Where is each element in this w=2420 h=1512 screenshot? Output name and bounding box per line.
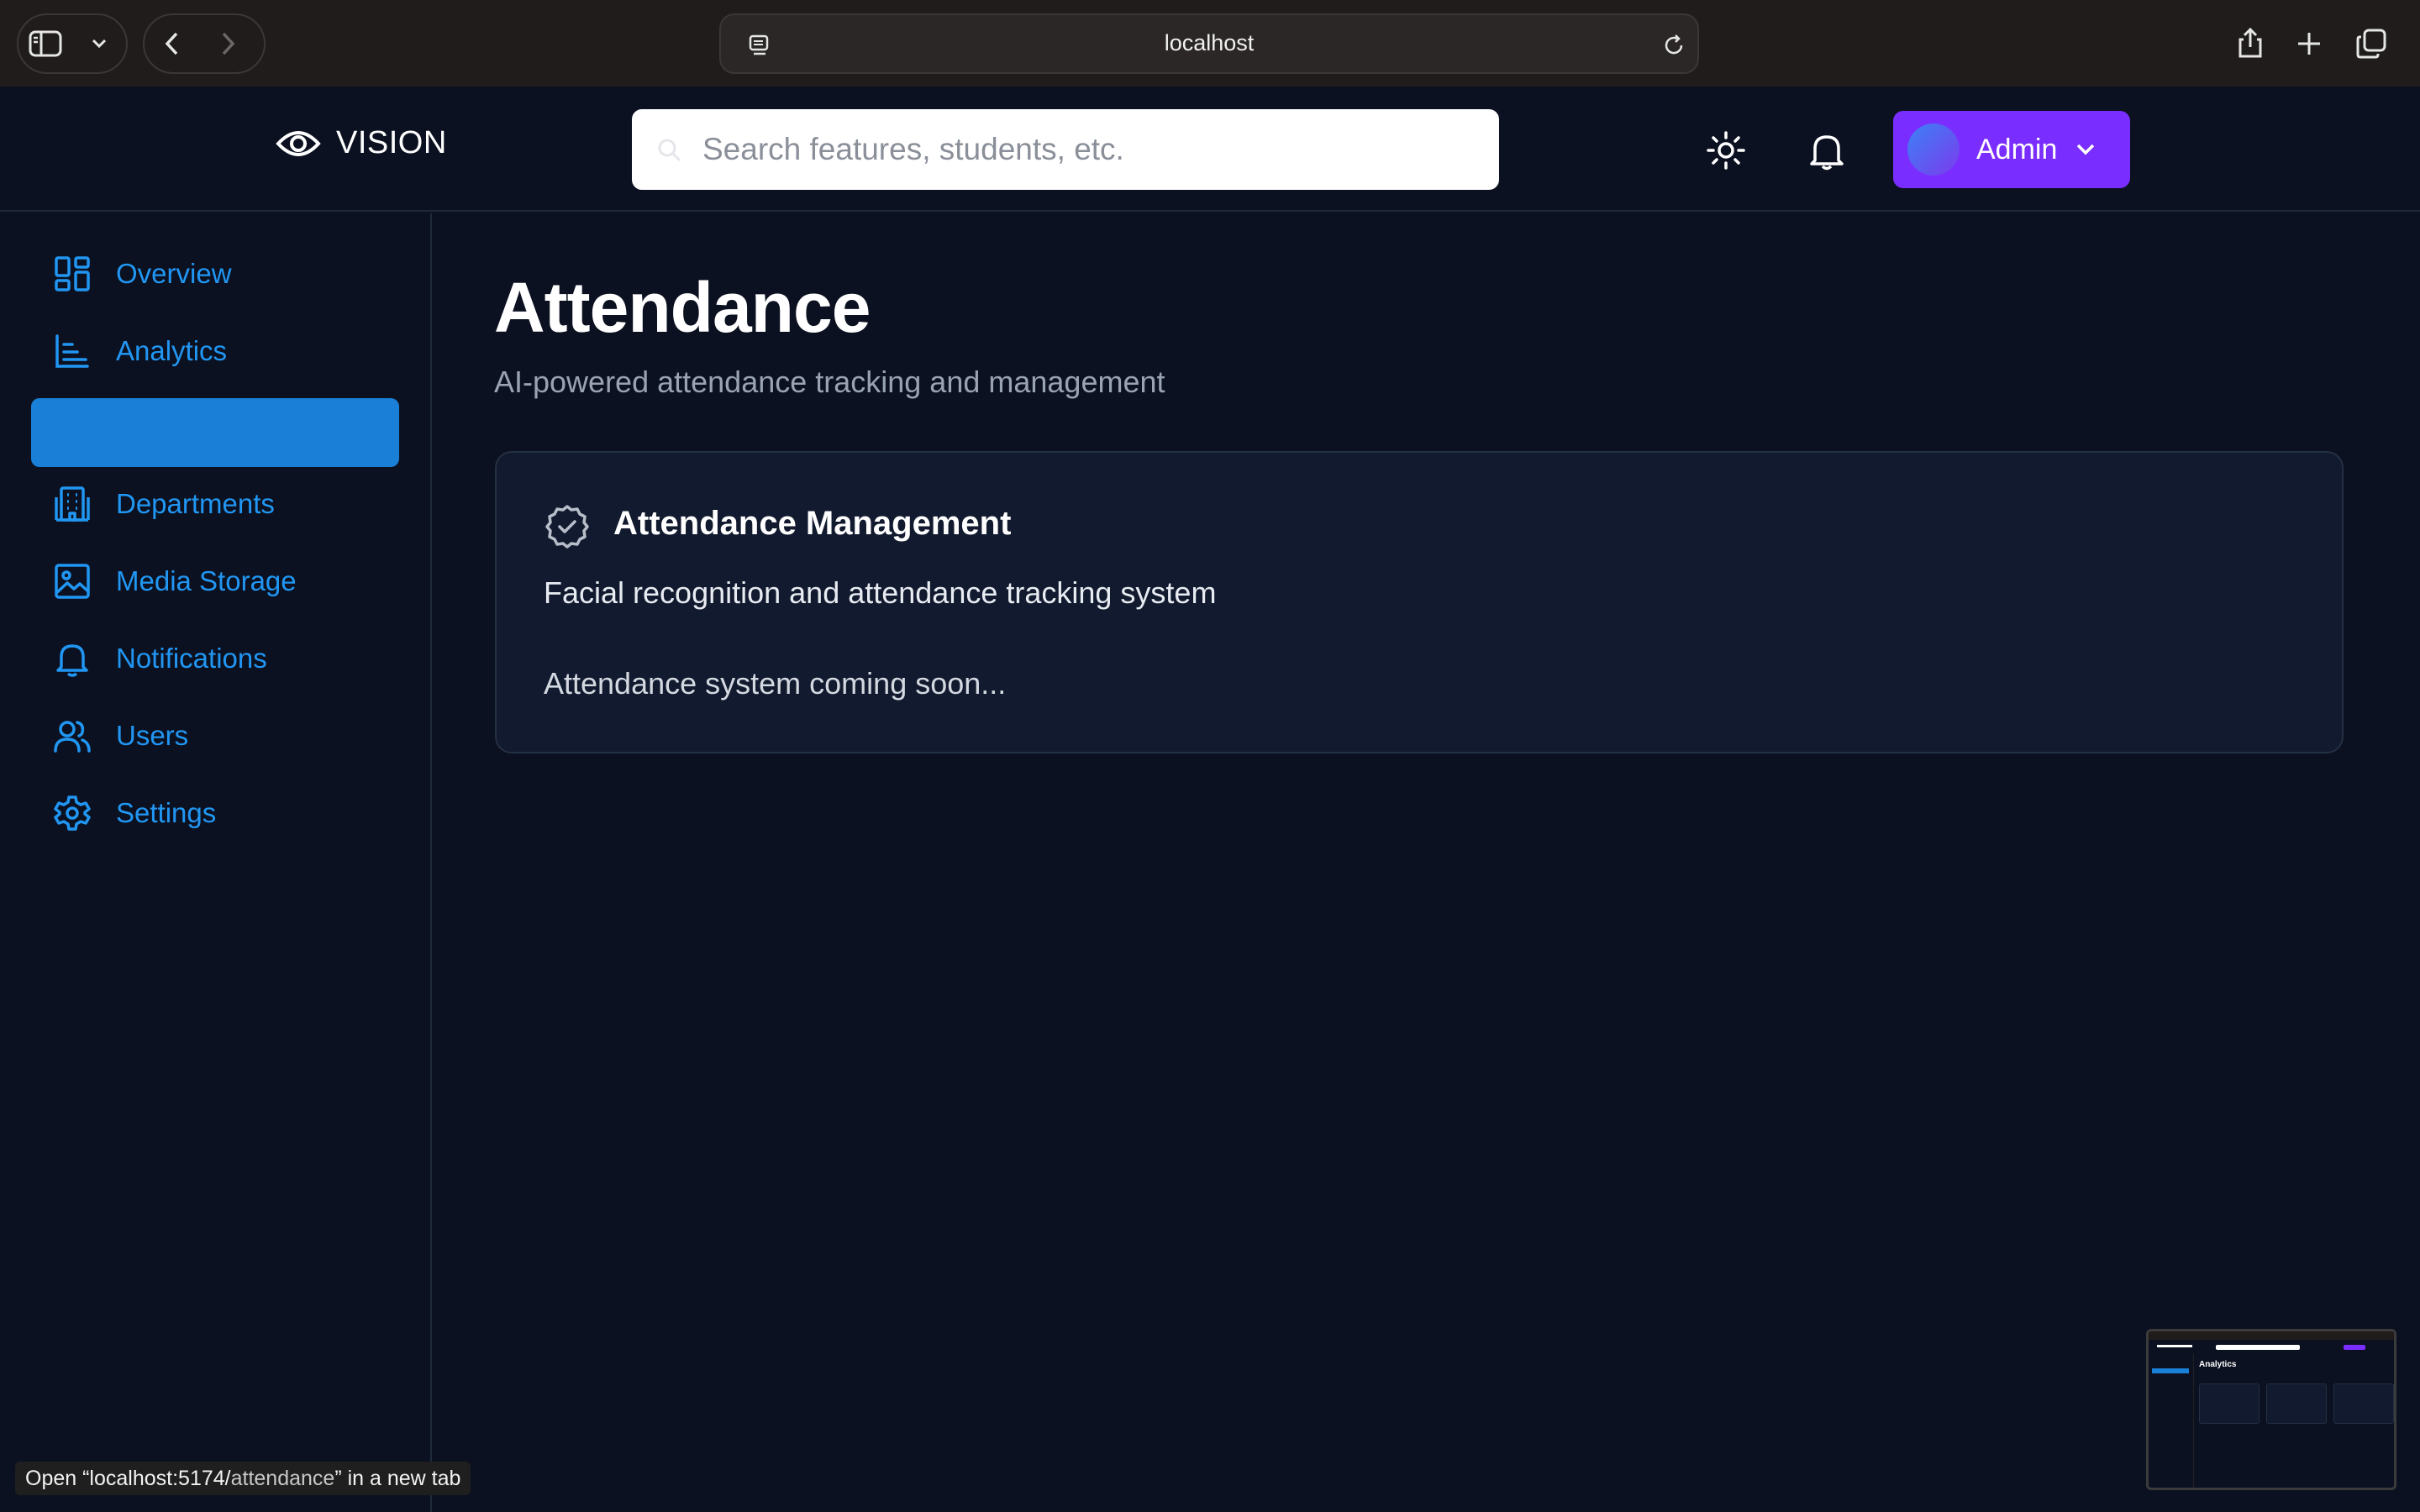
new-tab-button[interactable] <box>2277 13 2341 74</box>
badge-check-icon <box>545 505 589 549</box>
eye-icon <box>276 130 321 156</box>
sidebar-item-label: Notifications <box>116 643 267 674</box>
thumbnail-sidebar <box>2149 1353 2194 1488</box>
search-input[interactable] <box>702 109 1476 190</box>
brand-logo[interactable]: VISION <box>276 125 447 161</box>
page-title: Attendance <box>494 268 871 347</box>
status-path: attendance <box>230 1466 335 1490</box>
sidebar-item-settings[interactable]: Settings <box>30 776 400 850</box>
thumbnail-toolbar <box>2149 1331 2394 1340</box>
page-thumbnail-preview[interactable]: Analytics <box>2146 1329 2396 1490</box>
forward-button[interactable] <box>200 15 255 72</box>
browser-toolbar: localhost <box>0 0 2420 87</box>
sidebar-item-label: Settings <box>116 797 217 828</box>
thumbnail-card <box>2333 1383 2394 1424</box>
reload-icon[interactable] <box>1660 32 1687 59</box>
attendance-management-card: Attendance Management Facial recognition… <box>495 451 2344 753</box>
share-button[interactable] <box>2218 13 2282 74</box>
sidebar-item-attendance-active[interactable] <box>31 398 399 467</box>
address-bar[interactable]: localhost <box>719 13 1699 74</box>
card-title: Attendance Management <box>613 505 1012 542</box>
share-icon <box>2238 28 2262 58</box>
sun-icon <box>1707 131 1745 170</box>
search-box[interactable] <box>632 109 1499 190</box>
sidebar-toggle-group <box>17 13 128 74</box>
page-subtitle: AI-powered attendance tracking and manag… <box>494 365 1165 399</box>
bell-icon <box>1810 135 1844 171</box>
plus-icon <box>2298 33 2320 55</box>
tab-group-dropdown-button[interactable] <box>72 15 126 72</box>
card-description: Facial recognition and attendance tracki… <box>544 575 1217 610</box>
building-icon <box>52 484 92 524</box>
status-suffix: ” in a new tab <box>334 1466 461 1490</box>
users-icon <box>52 716 92 756</box>
chevron-left-icon <box>165 32 178 55</box>
sidebar-item-label: Users <box>116 720 189 751</box>
address-url: localhost <box>1164 30 1255 55</box>
sidebar-item-label: Overview <box>116 258 232 289</box>
sidebar-item-users[interactable]: Users <box>30 699 400 773</box>
back-button[interactable] <box>145 15 200 72</box>
bell-icon <box>52 638 92 679</box>
thumbnail-card <box>2199 1383 2260 1424</box>
image-icon <box>52 561 92 601</box>
sidebar-item-departments[interactable]: Departments <box>30 467 400 541</box>
sidebar: Overview Analytics Departments Media Sto… <box>0 213 432 1512</box>
sidebar-item-label: Analytics <box>116 335 228 366</box>
thumbnail-logo <box>2157 1345 2192 1347</box>
sidebar-item-label: Departments <box>116 488 275 519</box>
theme-toggle-button[interactable] <box>1701 125 1751 176</box>
bar-chart-icon <box>52 331 92 371</box>
app-header: VISION Admin <box>0 87 2420 212</box>
thumbnail-admin <box>2344 1345 2365 1350</box>
gear-icon <box>52 793 92 833</box>
sidebar-item-media-storage[interactable]: Media Storage <box>30 544 400 618</box>
admin-menu-button[interactable]: Admin <box>1893 111 2130 188</box>
chevron-down-icon <box>92 39 107 49</box>
tabs-icon <box>2356 29 2386 59</box>
avatar <box>1907 123 1960 176</box>
admin-label: Admin <box>1976 133 2058 165</box>
navigation-group <box>143 13 266 74</box>
thumbnail-title: Analytics <box>2199 1360 2237 1369</box>
chevron-right-icon <box>222 32 235 55</box>
brand-name: VISION <box>336 125 447 160</box>
sidebar-icon <box>29 30 62 57</box>
link-status-tooltip: Open “localhost:5174/attendance” in a ne… <box>15 1462 471 1495</box>
sidebar-item-analytics[interactable]: Analytics <box>30 314 400 388</box>
sidebar-item-notifications[interactable]: Notifications <box>30 622 400 696</box>
thumbnail-card <box>2266 1383 2327 1424</box>
sidebar-toggle-button[interactable] <box>18 15 72 72</box>
search-icon <box>658 139 681 162</box>
thumbnail-active-item <box>2152 1368 2189 1373</box>
status-prefix: Open “localhost:5174/ <box>25 1466 231 1490</box>
sidebar-item-label: Media Storage <box>116 565 297 596</box>
card-body-text: Attendance system coming soon... <box>544 666 1007 701</box>
grid-icon <box>52 254 92 294</box>
sidebar-item-overview[interactable]: Overview <box>30 237 400 311</box>
notifications-button[interactable] <box>1802 125 1852 176</box>
chevron-down-icon <box>2077 144 2095 155</box>
tab-overview-button[interactable] <box>2339 13 2403 74</box>
thumbnail-search <box>2216 1345 2300 1350</box>
